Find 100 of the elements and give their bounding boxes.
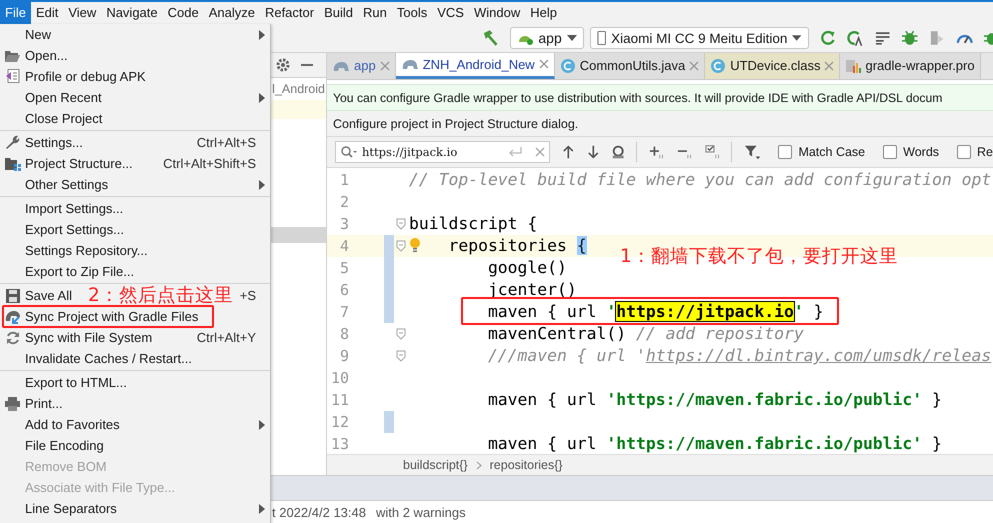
status-text: with 2 warnings: [376, 504, 466, 520]
checkbox-label: Words: [903, 144, 940, 159]
line-number: 8: [338, 324, 349, 343]
run-config-dropdown[interactable]: app: [510, 27, 584, 49]
checkbox[interactable]: [778, 144, 792, 159]
caret-icon: [566, 35, 577, 41]
editor-tab[interactable]: CommonUtils.java: [554, 53, 706, 79]
search-field[interactable]: https://jitpack.io: [335, 140, 550, 163]
enter-icon[interactable]: [507, 146, 524, 158]
menu-bar-item[interactable]: Navigate: [101, 2, 163, 24]
filter-icon[interactable]: [744, 142, 760, 161]
project-structure-icon: [4, 156, 20, 170]
menu-item[interactable]: Sync with File System: [25, 330, 152, 345]
menu-bar-item[interactable]: Tools: [392, 2, 432, 24]
folder-icon: [5, 50, 20, 62]
apply-changes-icon[interactable]: [846, 29, 864, 47]
code-line: mavenCentral() // add repository: [486, 324, 804, 344]
menu-bar-item[interactable]: File: [0, 2, 31, 24]
menu-item[interactable]: File Encoding: [25, 438, 104, 453]
fold-icon[interactable]: [396, 218, 406, 230]
code-line: buildscript {: [409, 214, 538, 234]
menu-bar-item[interactable]: VCS: [432, 2, 469, 24]
menu-item[interactable]: Settings...: [25, 135, 83, 150]
line-number: 10: [330, 368, 349, 387]
annotation-text: 1：翻墙下载不了包，要打开这里: [620, 246, 898, 268]
menu-item[interactable]: Import Settings...: [25, 201, 124, 216]
close-icon[interactable]: [689, 60, 700, 71]
breadcrumb-item[interactable]: repositories{}: [490, 458, 563, 472]
arrow-up-icon[interactable]: [562, 144, 575, 160]
rerun-icon[interactable]: [818, 29, 836, 47]
menu-bar-item[interactable]: Refactor: [260, 2, 320, 24]
menu-item[interactable]: Invalidate Caches / Restart...: [25, 351, 192, 366]
fold-icon[interactable]: [396, 350, 406, 362]
menu-bar-item[interactable]: Analyze: [204, 2, 260, 24]
project-tree-item[interactable]: l_Android: [272, 82, 325, 96]
breadcrumb-item[interactable]: buildscript{}: [403, 458, 468, 472]
find-all-icon[interactable]: [611, 144, 626, 160]
shortcut-text: +S: [240, 288, 256, 303]
menu-item[interactable]: New: [25, 27, 52, 42]
menu-item[interactable]: Open...: [25, 48, 68, 63]
menu-bar-item[interactable]: Run: [358, 2, 392, 24]
close-icon[interactable]: [380, 60, 390, 71]
menu-bar-item[interactable]: Window: [468, 2, 526, 24]
phone-icon: [596, 30, 606, 46]
bug-icon[interactable]: [901, 29, 918, 47]
menu-item[interactable]: Print...: [25, 396, 63, 411]
menu-item[interactable]: Sync Project with Gradle Files: [25, 309, 198, 324]
editor-tab[interactable]: UTDevice.class: [705, 53, 840, 79]
checkbox-label: Re: [977, 144, 993, 159]
search-icon[interactable]: [340, 144, 358, 159]
device-dropdown[interactable]: Xiaomi MI CC 9 Meitu Edition: [590, 27, 809, 49]
submenu-arrow-icon: [259, 92, 265, 102]
fold-icon[interactable]: [396, 240, 406, 252]
arrow-down-icon[interactable]: [586, 144, 600, 160]
shortcut-text: Ctrl+Alt+S: [196, 135, 256, 150]
menu-item[interactable]: Close Project: [25, 111, 102, 126]
settings-icon[interactable]: [276, 58, 290, 72]
profile-icon[interactable]: [928, 29, 946, 47]
line-number: 3: [338, 214, 349, 233]
clear-icon[interactable]: [535, 146, 546, 157]
close-icon[interactable]: [824, 60, 834, 71]
menu-item[interactable]: Other Settings: [25, 177, 108, 192]
menu-item[interactable]: Export Settings...: [25, 222, 124, 237]
chevron-icon: [476, 460, 482, 470]
select-all-icon[interactable]: [705, 144, 722, 160]
editor-tab[interactable]: app: [327, 53, 396, 79]
menu-bar-item[interactable]: Code: [162, 2, 204, 24]
menu-item[interactable]: Open Recent: [25, 90, 102, 105]
menu-bar-item[interactable]: Edit: [30, 2, 64, 24]
menu-item[interactable]: Save All: [25, 288, 72, 303]
menu-item[interactable]: Export to Zip File...: [25, 264, 134, 279]
close-icon[interactable]: [538, 59, 549, 70]
lightbulb-icon[interactable]: [409, 236, 421, 253]
checkbox[interactable]: [883, 144, 898, 159]
submenu-arrow-icon: [259, 30, 265, 40]
line-number: 7: [338, 302, 349, 321]
line-number: 4: [338, 236, 349, 255]
menu-item[interactable]: Profile or debug APK: [25, 69, 146, 84]
printer-icon: [5, 396, 20, 410]
editor-tab[interactable]: gradle-wrapper.pro: [840, 53, 981, 79]
menu-item[interactable]: Settings Repository...: [25, 243, 148, 258]
menu-bar-item[interactable]: Build: [319, 2, 358, 24]
menu-bar-item[interactable]: View: [63, 2, 102, 24]
add-occurrence-icon[interactable]: [648, 144, 665, 160]
fold-icon[interactable]: [396, 328, 406, 340]
refresh-icon: [6, 330, 20, 344]
menu-item[interactable]: Export to HTML...: [25, 375, 127, 390]
menu-item[interactable]: Add to Favorites: [25, 417, 120, 432]
shortcut-text: Ctrl+Alt+Y: [196, 330, 256, 345]
class-icon: [710, 58, 726, 74]
menu-bar-item[interactable]: Help: [525, 2, 562, 24]
editor-tab[interactable]: ZNH_Android_New: [396, 53, 555, 79]
checkbox[interactable]: [957, 144, 972, 159]
elephant-icon: [400, 57, 419, 72]
notice-link[interactable]: Configure project in Project Structure dialog.: [333, 116, 578, 131]
hammer-icon[interactable]: [481, 29, 500, 47]
menu-item[interactable]: Project Structure...: [25, 156, 133, 171]
code-line: maven { url 'https://maven.fabric.io/public' }: [486, 434, 942, 454]
menu-item[interactable]: Line Separators: [25, 501, 117, 516]
line-number: 1: [338, 170, 349, 189]
